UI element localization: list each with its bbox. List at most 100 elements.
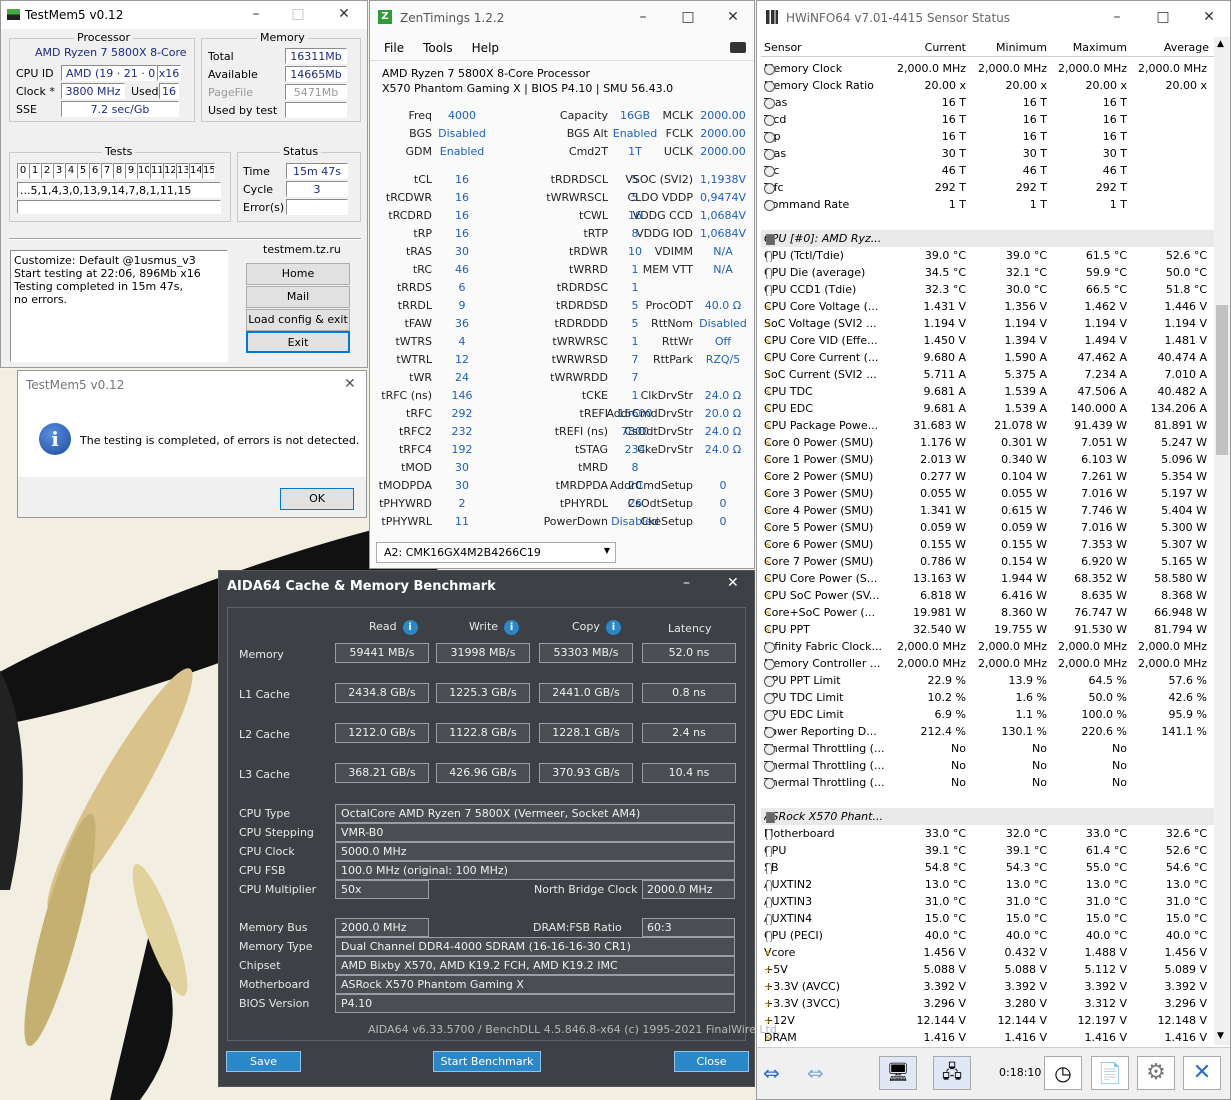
sensor-row[interactable]: ⚡ DRAM 1.416 V 1.416 V 1.416 V 1.416 V <box>761 1029 1214 1045</box>
mail-button[interactable]: Mail <box>246 286 350 308</box>
sensor-row[interactable]: Infinity Fabric Clock... 2,000.0 MHz 2,000… <box>761 638 1214 655</box>
sensor-row[interactable]: Trcd 16 T 16 T 16 T <box>761 111 1214 128</box>
sensor-row[interactable]: Thermal Throttling (... No No No <box>761 774 1214 791</box>
sensor-row[interactable]: CPU 39.1 °C 39.1 °C 61.4 °C 52.6 °C <box>761 842 1214 859</box>
sensor-row[interactable]: Tcas 16 T 16 T 16 T <box>761 94 1214 111</box>
sensor-row[interactable]: ⚡ CPU SoC Power (SV... 6.818 W 6.416 W 8.635… <box>761 587 1214 604</box>
sensor-row[interactable]: ⚡ SoC Current (SVI2 ... 5.711 A 5.375 A 7.23… <box>761 366 1214 383</box>
sensor-row[interactable]: Trc 46 T 46 T 46 T <box>761 162 1214 179</box>
sensor-row[interactable]: CPU PPT Limit 22.9 % 13.9 % 64.5 % 57.6 % <box>761 672 1214 689</box>
hw-maximize-button[interactable]: □ <box>1148 9 1178 25</box>
sensor-row[interactable]: CPU (Tctl/Tdie) 39.0 °C 39.0 °C 61.5 °C 52.6… <box>761 247 1214 264</box>
network-icon[interactable]: 🖧 <box>933 1056 971 1090</box>
menu-file[interactable]: File <box>384 41 404 55</box>
col-average[interactable]: Average <box>1127 41 1209 54</box>
sensor-row[interactable]: Trp 16 T 16 T 16 T <box>761 128 1214 145</box>
nav-arrows-icon[interactable]: ⇔ <box>763 1061 780 1085</box>
sensor-row[interactable]: ⚡ CPU Core Voltage (... 1.431 V 1.356 V 1.46… <box>761 298 1214 315</box>
report-icon[interactable]: 📄 <box>1091 1056 1129 1090</box>
sensor-row[interactable]: ⚡ +3.3V (3VCC) 3.296 V 3.280 V 3.312 V 3.296 … <box>761 995 1214 1012</box>
sensor-row[interactable]: ⚡ Core 5 Power (SMU) 0.059 W 0.059 W 7.016 W… <box>761 519 1214 536</box>
sensor-row[interactable]: ⚡ Core 7 Power (SMU) 0.786 W 0.154 W 6.920 W… <box>761 553 1214 570</box>
settings-icon[interactable]: ⚙ <box>1137 1056 1175 1090</box>
start-benchmark-button[interactable]: Start Benchmark <box>433 1051 541 1072</box>
sensor-row[interactable]: ⚡ Core 4 Power (SMU) 1.341 W 0.615 W 7.746 W… <box>761 502 1214 519</box>
sensor-row[interactable]: CPU (PECI) 40.0 °C 40.0 °C 40.0 °C 40.0 °C <box>761 927 1214 944</box>
write-info-icon[interactable]: i <box>504 620 520 635</box>
close-button[interactable]: ✕ <box>329 6 359 22</box>
sensor-row[interactable]: ⚡ Core 2 Power (SMU) 0.277 W 0.104 W 7.261 W… <box>761 468 1214 485</box>
sensor-row[interactable]: ⚡ CPU Core Power (S... 13.163 W 1.944 W 68.3… <box>761 570 1214 587</box>
sensor-row[interactable]: ⚡ +5V 5.088 V 5.088 V 5.112 V 5.089 V <box>761 961 1214 978</box>
copy-info-icon[interactable]: i <box>605 620 621 635</box>
zen-maximize-button[interactable]: □ <box>673 9 703 25</box>
exit-icon[interactable]: ✕ <box>1183 1056 1221 1090</box>
sensor-row[interactable]: CPU EDC Limit 6.9 % 1.1 % 100.0 % 95.9 % <box>761 706 1214 723</box>
aida-minimize-button[interactable]: – <box>683 575 690 591</box>
maximize-button[interactable]: □ <box>283 6 313 22</box>
sensor-row[interactable]: Tras 30 T 30 T 30 T <box>761 145 1214 162</box>
menu-help[interactable]: Help <box>472 41 499 55</box>
sensor-row[interactable]: ⚡ Core+SoC Power (... 19.981 W 8.360 W 76.74… <box>761 604 1214 621</box>
sensor-group-header[interactable]: ASRock X570 Phant... <box>761 808 1214 825</box>
sensor-row[interactable]: ⚡ CPU EDC 9.681 A 1.539 A 140.000 A 134.206 A <box>761 400 1214 417</box>
home-button[interactable]: Home <box>246 263 350 285</box>
sensor-row[interactable]: ⚡ CPU Package Powe... 31.683 W 21.078 W 91.4… <box>761 417 1214 434</box>
dimm-select[interactable]: A2: CMK16GX4M2B4266C19 ▼ <box>376 542 616 563</box>
col-sensor[interactable]: Sensor <box>764 41 802 54</box>
dialog-close-button[interactable]: ✕ <box>344 376 356 392</box>
minimize-button[interactable]: – <box>241 6 271 22</box>
hw-close-button[interactable]: ✕ <box>1194 9 1224 25</box>
sensor-row[interactable]: ⚡ +12V 12.144 V 12.144 V 12.197 V 12.148 V <box>761 1012 1214 1029</box>
monitor-icon[interactable]: 🖥 <box>879 1056 917 1090</box>
sensor-row[interactable]: Power Reporting D... 212.4 % 130.1 % 220.6 … <box>761 723 1214 740</box>
clock-icon[interactable]: ◷ <box>1044 1056 1082 1090</box>
col-minimum[interactable]: Minimum <box>967 41 1047 54</box>
sensor-group-header[interactable]: CPU [#0]: AMD Ryz... <box>761 230 1214 247</box>
menu-tools[interactable]: Tools <box>423 41 453 55</box>
col-maximum[interactable]: Maximum <box>1047 41 1127 54</box>
screenshot-icon[interactable] <box>730 42 746 53</box>
sensor-row[interactable]: CPU TDC Limit 10.2 % 1.6 % 50.0 % 42.6 % <box>761 689 1214 706</box>
sensor-row[interactable]: ⚡ Core 1 Power (SMU) 2.013 W 0.340 W 6.103 W… <box>761 451 1214 468</box>
sensor-row[interactable]: ⚡ Vcore 1.456 V 0.432 V 1.488 V 1.456 V <box>761 944 1214 961</box>
read-info-icon[interactable]: i <box>402 620 418 635</box>
sensor-row[interactable]: Thermal Throttling (... No No No <box>761 757 1214 774</box>
sensor-row[interactable]: Memory Controller ... 2,000.0 MHz 2,000.0 … <box>761 655 1214 672</box>
sensor-row[interactable]: Trfc 292 T 292 T 292 T <box>761 179 1214 196</box>
sensor-row[interactable]: SB 54.8 °C 54.3 °C 55.0 °C 54.6 °C <box>761 859 1214 876</box>
sensor-row[interactable]: CPU Die (average) 34.5 °C 32.1 °C 59.9 °C 50… <box>761 264 1214 281</box>
site-link[interactable]: testmem.tz.ru <box>263 243 341 256</box>
sensor-row[interactable]: ⚡ Core 0 Power (SMU) 1.176 W 0.301 W 7.051 W… <box>761 434 1214 451</box>
scroll-down-icon[interactable]: ▼ <box>1217 1031 1224 1041</box>
save-button[interactable]: Save <box>226 1051 301 1072</box>
collapse-arrows-icon[interactable]: ⇔ <box>807 1061 824 1085</box>
sensor-row[interactable]: Memory Clock 2,000.0 MHz 2,000.0 MHz 2,000.… <box>761 60 1214 77</box>
sensor-row[interactable]: ⚡ Core 3 Power (SMU) 0.055 W 0.055 W 7.016 W… <box>761 485 1214 502</box>
sensor-row[interactable]: Memory Clock Ratio 20.00 x 20.00 x 20.00 x 2… <box>761 77 1214 94</box>
sensor-row[interactable]: ⚡ Core 6 Power (SMU) 0.155 W 0.155 W 7.353 W… <box>761 536 1214 553</box>
sensor-row[interactable]: ⚡ CPU Core Current (... 9.680 A 1.590 A 47.4… <box>761 349 1214 366</box>
sensor-row[interactable]: AUXTIN2 13.0 °C 13.0 °C 13.0 °C 13.0 °C <box>761 876 1214 893</box>
aida-close-button[interactable]: ✕ <box>727 575 739 591</box>
sensor-row[interactable]: Command Rate 1 T 1 T 1 T <box>761 196 1214 213</box>
exit-button[interactable]: Exit <box>246 331 350 353</box>
sensor-row[interactable]: ⚡ CPU Core VID (Effe... 1.450 V 1.394 V 1.49… <box>761 332 1214 349</box>
zen-close-button[interactable]: ✕ <box>718 9 748 25</box>
zen-minimize-button[interactable]: – <box>628 9 658 25</box>
col-current[interactable]: Current <box>891 41 966 54</box>
sensor-row[interactable]: ⚡ SoC Voltage (SVI2 ... 1.194 V 1.194 V 1.19… <box>761 315 1214 332</box>
sensor-row[interactable]: ⚡ CPU PPT 32.540 W 19.755 W 91.530 W 81.794 W <box>761 621 1214 638</box>
ok-button[interactable]: OK <box>280 488 354 510</box>
sensor-row[interactable]: ⚡ CPU TDC 9.681 A 1.539 A 47.506 A 40.482 A <box>761 383 1214 400</box>
sensor-row[interactable]: AUXTIN4 15.0 °C 15.0 °C 15.0 °C 15.0 °C <box>761 910 1214 927</box>
hw-minimize-button[interactable]: – <box>1102 9 1132 25</box>
close-button[interactable]: Close <box>674 1051 749 1072</box>
sensor-row[interactable]: Motherboard 33.0 °C 32.0 °C 33.0 °C 32.6 °C <box>761 825 1214 842</box>
load-config-exit-button[interactable]: Load config & exit <box>246 309 350 331</box>
sensor-row[interactable]: AUXTIN3 31.0 °C 31.0 °C 31.0 °C 31.0 °C <box>761 893 1214 910</box>
sensor-row[interactable]: Thermal Throttling (... No No No <box>761 740 1214 757</box>
scroll-up-icon[interactable]: ▲ <box>1217 39 1224 49</box>
scroll-thumb[interactable] <box>1216 305 1228 455</box>
sensor-row[interactable]: ⚡ +3.3V (AVCC) 3.392 V 3.392 V 3.392 V 3.392 … <box>761 978 1214 995</box>
